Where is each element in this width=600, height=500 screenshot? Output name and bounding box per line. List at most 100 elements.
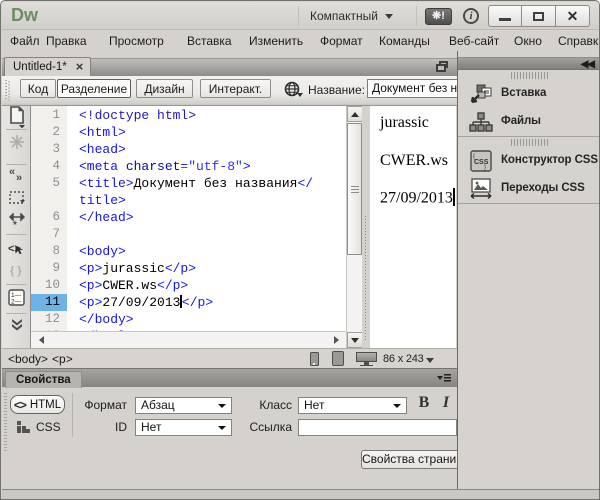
title-bar: Dw Компактный ❋! i ✕ xyxy=(2,2,600,30)
menu-просмотр[interactable]: Просмотр xyxy=(109,34,164,48)
svg-text:2—: 2— xyxy=(11,299,22,306)
expand-all-icon[interactable] xyxy=(2,191,31,205)
menu-справка[interactable]: Справка xyxy=(558,34,600,48)
panel-gripper[interactable] xyxy=(511,139,549,146)
menu-изменить[interactable]: Изменить xyxy=(249,34,303,48)
open-documents-icon[interactable] xyxy=(2,106,31,128)
line-number: 6 xyxy=(31,209,67,226)
split-view-divider[interactable] xyxy=(362,106,370,348)
design-paragraph[interactable]: 27/09/2013 xyxy=(380,188,456,208)
line-numbers-icon[interactable]: 1—2— xyxy=(2,289,31,307)
arrow-left-icon xyxy=(39,336,44,344)
italic-button[interactable]: I xyxy=(438,394,454,413)
format-dropdown[interactable]: Абзац xyxy=(135,397,232,414)
code-line: <body> xyxy=(67,243,346,260)
menu-окно[interactable]: Окно xyxy=(514,34,542,48)
svg-text:}: } xyxy=(484,165,486,171)
menu-команды[interactable]: Команды xyxy=(379,34,430,48)
insert-icon xyxy=(469,83,493,105)
scrollbar-thumb[interactable] xyxy=(347,123,362,255)
view-button-код[interactable]: Код xyxy=(20,79,56,98)
window-size-dropdown-arrow[interactable] xyxy=(426,358,434,363)
toolbar-gripper[interactable] xyxy=(5,80,10,101)
line-number: 7 xyxy=(31,226,67,243)
scroll-up-button[interactable] xyxy=(347,106,363,122)
desktop-size-icon[interactable] xyxy=(356,352,377,366)
properties-gripper xyxy=(4,393,7,451)
link-label: Ссылка xyxy=(242,420,292,434)
window-controls: ✕ xyxy=(488,5,590,27)
design-paragraph[interactable]: jurassic xyxy=(380,113,456,132)
link-input[interactable] xyxy=(298,419,457,436)
panel-button-css-designer[interactable]: {CSS}Конструктор CSS xyxy=(458,147,600,175)
svg-text:{ }: { } xyxy=(10,265,22,277)
monitor-base xyxy=(360,365,373,367)
workspace-switcher[interactable]: Компактный xyxy=(310,9,393,23)
code-vertical-scrollbar[interactable] xyxy=(346,106,362,348)
tag-selector[interactable]: <body> <p> xyxy=(8,352,77,366)
scroll-right-button[interactable] xyxy=(328,332,344,348)
cs-live-button[interactable]: ❋! xyxy=(425,8,452,25)
tag-selector-item[interactable]: <body> xyxy=(8,352,48,366)
arrow-down-icon xyxy=(351,338,359,343)
html-mode-button[interactable]: <> HTML xyxy=(10,395,65,414)
tab-close-icon[interactable]: × xyxy=(76,62,84,72)
bold-button[interactable]: B xyxy=(414,394,434,413)
braces-icon[interactable]: { } xyxy=(2,263,31,277)
panel-button-label: Переходы CSS xyxy=(501,182,585,194)
view-button-интеракт.[interactable]: Интеракт. xyxy=(200,79,271,98)
design-view[interactable]: jurassic CWER.ws 27/09/2013 xyxy=(370,106,456,348)
css-mode-label: CSS xyxy=(36,420,61,434)
select-parent-tag-icon[interactable]: * xyxy=(2,213,31,229)
class-dropdown[interactable]: Нет xyxy=(298,397,407,414)
scroll-down-button[interactable] xyxy=(347,332,363,348)
code-line: <html> xyxy=(67,124,346,141)
panel-button-insert[interactable]: Вставка xyxy=(458,80,600,108)
info-icon[interactable]: i xyxy=(463,8,479,24)
document-tab[interactable]: Untitled-1* × xyxy=(4,57,91,76)
close-button[interactable]: ✕ xyxy=(556,5,590,27)
window-size-value[interactable]: 86 x 243 xyxy=(383,353,424,365)
view-button-дизайн[interactable]: Дизайн xyxy=(136,79,193,98)
menu-правка[interactable]: Правка xyxy=(46,34,87,48)
tag-selector-item[interactable]: <p> xyxy=(52,352,73,366)
css-mode-button[interactable]: CSS xyxy=(17,419,65,435)
titlebar-separator xyxy=(298,6,299,26)
code-horizontal-scrollbar[interactable] xyxy=(31,331,346,348)
menu-файл[interactable]: Файл xyxy=(10,34,40,48)
id-dropdown[interactable]: Нет xyxy=(135,419,232,436)
panel-menu-icon[interactable] xyxy=(437,373,451,383)
chevron-down-icon xyxy=(385,14,393,19)
collapse-selection-icon[interactable]: «» xyxy=(2,167,31,183)
document-title-label: Название: xyxy=(308,83,365,97)
view-button-разделение[interactable]: Разделение xyxy=(57,79,131,98)
panel-gripper[interactable] xyxy=(511,72,549,79)
dock-header-bar: ◀◀ xyxy=(458,57,600,70)
design-paragraph[interactable]: CWER.ws xyxy=(380,151,456,170)
menu-веб-сайт[interactable]: Веб-сайт xyxy=(449,34,499,48)
collapse-full-tag-icon[interactable] xyxy=(2,134,31,150)
panel-button-css-transitions[interactable]: Переходы CSS xyxy=(458,175,600,203)
collapse-panels-icon[interactable]: ◀◀ xyxy=(581,59,594,70)
maximize-button[interactable] xyxy=(522,5,556,27)
tablet-size-icon[interactable] xyxy=(332,351,344,366)
svg-text:»: » xyxy=(16,172,22,183)
minimize-button[interactable] xyxy=(488,5,522,27)
menu-формат[interactable]: Формат xyxy=(320,34,363,48)
restore-windows-icon[interactable] xyxy=(436,61,449,72)
more-options-icon[interactable] xyxy=(2,319,31,331)
mobile-size-icon[interactable] xyxy=(310,352,319,366)
maximize-icon xyxy=(533,12,544,21)
document-title-input[interactable]: Документ без названия xyxy=(367,79,458,98)
panel-group-separator xyxy=(458,203,600,204)
divider-dots xyxy=(365,216,366,341)
balance-braces-icon[interactable]: <> xyxy=(2,241,31,259)
dropdown-arrow-icon xyxy=(218,426,226,430)
code-editor[interactable]: <!doctype html><html><head><meta charset… xyxy=(67,106,346,331)
menu-вставка[interactable]: Вставка xyxy=(187,34,232,48)
properties-tab[interactable]: Свойства xyxy=(5,371,82,388)
line-number: 10 xyxy=(31,277,67,294)
monitor-screen xyxy=(356,352,377,362)
scroll-left-button[interactable] xyxy=(33,332,49,348)
panel-button-files[interactable]: Файлы xyxy=(458,108,600,136)
